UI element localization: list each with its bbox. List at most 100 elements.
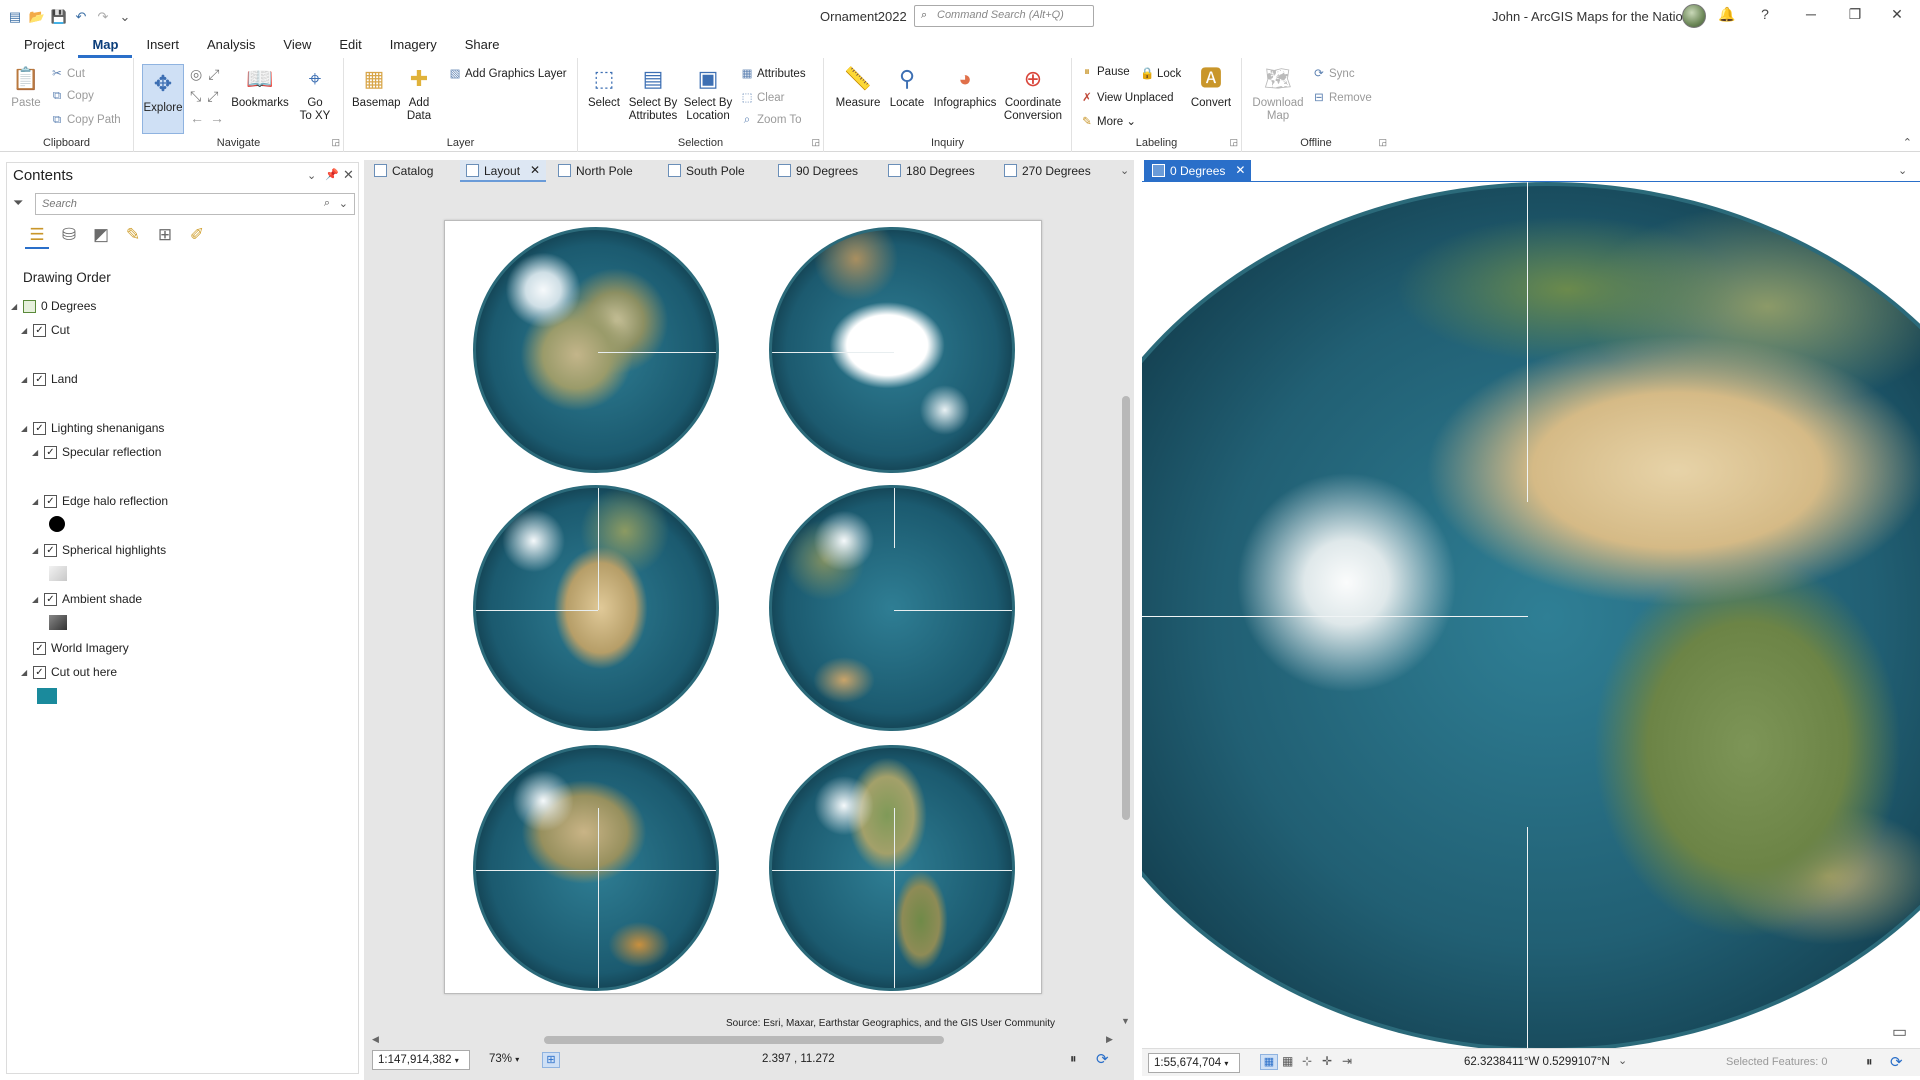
close-tab-icon[interactable]: ✕ [1235,163,1245,177]
table-view-icon[interactable]: ▦ [1282,1054,1293,1068]
pin-icon[interactable]: 📌 [325,168,339,181]
convert-button[interactable]: 🅰 Convert [1188,62,1234,110]
view-unplaced-button[interactable]: ✗ View Unplaced [1080,90,1173,104]
tab-insert[interactable]: Insert [132,34,193,58]
layout-zoom-select[interactable]: 73% ▾ [484,1050,534,1070]
tab-270-degrees[interactable]: 270 Degrees [998,160,1097,182]
snap-to-guides-icon[interactable]: ⊞ [542,1052,560,1068]
zoom-tools-icon[interactable]: ◎⤢ [190,66,225,83]
clear-button[interactable]: ⬚ Clear [740,90,785,104]
tab-project[interactable]: Project [10,34,78,58]
labeling-launcher-icon[interactable]: ◲ [1229,137,1238,148]
notifications-icon[interactable]: 🔔 [1712,6,1742,28]
edge-halo-symbol[interactable] [49,516,65,532]
horizontal-scrollbar[interactable] [544,1036,944,1044]
redo-icon[interactable]: ↷ [92,6,114,28]
globe-north-pole[interactable] [473,227,719,473]
snapping-toggle-icon[interactable]: ⊹ [1302,1054,1312,1068]
selection-list-icon[interactable]: ◩ [89,225,113,249]
avatar[interactable] [1682,4,1706,28]
tab-0-degrees-map[interactable]: 0 Degrees ✕ [1144,160,1252,182]
cut-out-symbol[interactable] [37,688,57,704]
pause-labeling-button[interactable]: ⏸ Pause [1080,66,1129,79]
tree-item-land[interactable]: ◢ ✓ Land [21,370,78,388]
locate-button[interactable]: ⚲ Locate [886,62,928,110]
attribution-icon[interactable]: ▭ [1892,1022,1907,1042]
new-project-icon[interactable]: ▤ [4,6,26,28]
visibility-checkbox[interactable]: ✓ [33,665,46,679]
help-button[interactable]: ? [1750,6,1780,28]
scroll-right-icon[interactable]: ▶ [1106,1034,1113,1045]
expander-icon[interactable]: ◢ [21,424,31,433]
vertical-scrollbar[interactable] [1122,396,1130,820]
tab-south-pole[interactable]: South Pole [662,160,751,182]
expander-icon[interactable]: ◢ [32,497,42,506]
contents-search-input[interactable]: Search ⌕ ⌄ [35,193,355,215]
globe-south-pole[interactable] [769,227,1015,473]
sync-button[interactable]: ⟳ Sync [1312,66,1354,80]
visibility-checkbox[interactable]: ✓ [44,445,57,459]
expander-icon[interactable]: ◢ [32,546,42,555]
basemap-button[interactable]: ▦ Basemap [352,62,401,110]
expander-icon[interactable]: ◢ [21,668,31,677]
remove-button[interactable]: ⊟ Remove [1312,90,1372,104]
globe-90-degrees[interactable] [473,745,719,991]
pause-drawing-icon[interactable]: ⏸ [1866,1054,1873,1070]
tree-item-spherical[interactable]: ◢ ✓ Spherical highlights [32,541,166,559]
restore-icon[interactable]: ❐ [1840,6,1870,28]
refresh-icon[interactable]: ⟳ [1096,1050,1109,1068]
tree-item-map[interactable]: ◢ 0 Degrees [11,297,96,315]
tab-map[interactable]: Map [78,34,133,58]
tab-90-degrees[interactable]: 90 Degrees [772,160,864,182]
grid-icon[interactable]: ▦ [1260,1054,1278,1070]
previous-next-extent-icon[interactable]: ←→ [190,110,230,126]
constraint-icon[interactable]: ✛ [1322,1054,1332,1068]
add-data-button[interactable]: ✚ Add Data [402,62,436,123]
tree-item-edge-halo[interactable]: ◢ ✓ Edge halo reflection [32,492,168,510]
ambient-shade-symbol[interactable] [49,615,67,630]
scroll-left-icon[interactable]: ◀ [372,1034,379,1045]
visibility-checkbox[interactable]: ✓ [33,641,46,655]
navigate-launcher-icon[interactable]: ◲ [331,137,340,148]
expander-icon[interactable]: ◢ [21,375,31,384]
add-graphics-layer-button[interactable]: ▧ Add Graphics Layer [448,66,567,80]
visibility-checkbox[interactable]: ✓ [44,494,57,508]
map-view[interactable]: ▭ [1142,182,1920,1048]
minimize-icon[interactable]: ─ [1796,6,1826,28]
visibility-checkbox[interactable]: ✓ [33,323,46,337]
globe-0-degrees[interactable] [473,485,719,731]
globe-270-degrees[interactable] [769,745,1015,991]
offline-launcher-icon[interactable]: ◲ [1378,137,1387,148]
tab-share[interactable]: Share [451,34,514,58]
expander-icon[interactable]: ◢ [32,448,42,457]
attributes-button[interactable]: ▦ Attributes [740,66,806,80]
layout-scale-select[interactable]: 1:147,914,382 ▾ [372,1050,470,1070]
globe-180-degrees[interactable] [769,485,1015,731]
auto-apply-icon[interactable]: ⇥ [1342,1054,1352,1068]
tab-180-degrees[interactable]: 180 Degrees [882,160,981,182]
layout-page[interactable] [444,220,1042,994]
labeling-list-icon[interactable]: ✐ [185,225,209,249]
zoom-to-button[interactable]: ⌕ Zoom To [740,114,802,127]
select-button[interactable]: ⬚ Select [584,62,624,110]
cut-button[interactable]: ✂ Cut [50,66,85,80]
more-labeling-button[interactable]: ✎ More ⌄ [1080,114,1136,128]
measure-button[interactable]: 📏 Measure [834,62,882,110]
snapping-icon[interactable]: ⊞ [153,225,177,249]
coordinate-format-icon[interactable]: ⌄ [1618,1054,1627,1067]
visibility-checkbox[interactable]: ✓ [44,592,57,606]
filter-icon[interactable]: ⏷ [13,195,23,211]
tab-analysis[interactable]: Analysis [193,34,269,58]
drawing-order-icon[interactable]: ☰ [25,225,49,249]
customize-toolbar-icon[interactable]: ⌄ [114,6,136,28]
editing-icon[interactable]: ✎ [121,225,145,249]
selection-launcher-icon[interactable]: ◲ [811,137,820,148]
tree-item-specular[interactable]: ◢ ✓ Specular reflection [32,443,161,461]
tab-imagery[interactable]: Imagery [376,34,451,58]
tab-north-pole[interactable]: North Pole [552,160,639,182]
refresh-icon[interactable]: ⟳ [1890,1053,1903,1071]
tree-item-world-imagery[interactable]: ✓ World Imagery [33,639,129,657]
tree-item-lighting[interactable]: ◢ ✓ Lighting shenanigans [21,419,164,437]
tab-layout[interactable]: Layout ✕ [460,160,547,182]
expander-icon[interactable]: ◢ [11,302,21,311]
